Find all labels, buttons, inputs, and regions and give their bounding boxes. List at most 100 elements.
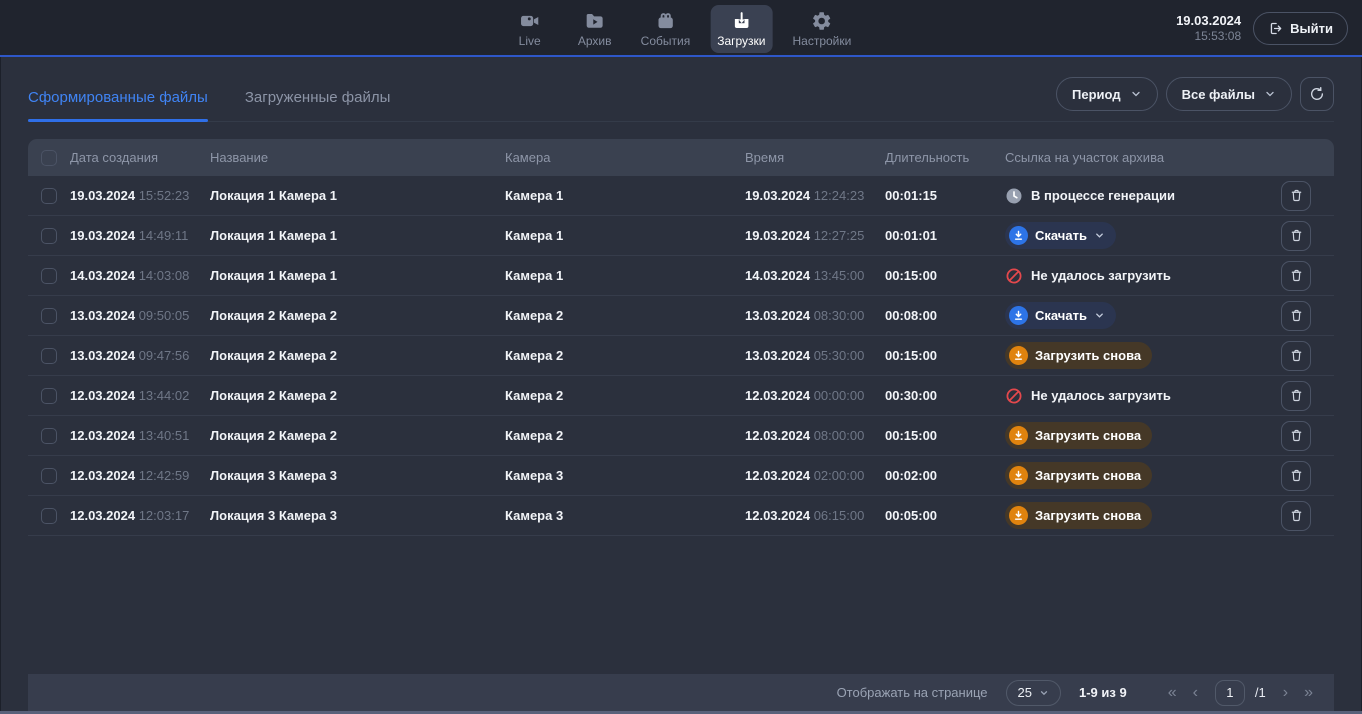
camera-cell: Камера 2 bbox=[505, 348, 745, 363]
current-time: 15:53:08 bbox=[1176, 29, 1241, 44]
tabs-toolbar: Сформированные файлы Загруженные файлы П… bbox=[28, 77, 1334, 122]
status-cell: Загрузить снова bbox=[1005, 502, 1258, 529]
status-failed: Не удалось загрузить bbox=[1005, 267, 1258, 285]
status-generating: В процессе генерации bbox=[1005, 187, 1258, 205]
pagination-bar: Отображать на странице 25 1-9 из 9 « ‹ 1… bbox=[28, 674, 1334, 711]
retry-download-button[interactable]: Загрузить снова bbox=[1005, 462, 1152, 489]
duration-cell: 00:15:00 bbox=[885, 348, 1005, 363]
row-checkbox[interactable] bbox=[41, 308, 57, 324]
chevron-down-icon bbox=[1264, 88, 1276, 100]
table-row: 12.03.2024 12:42:59 Локация 3 Камера 3 К… bbox=[28, 456, 1334, 496]
row-checkbox[interactable] bbox=[41, 508, 57, 524]
row-checkbox[interactable] bbox=[41, 268, 57, 284]
table-row: 19.03.2024 14:49:11 Локация 1 Камера 1 К… bbox=[28, 216, 1334, 256]
created-cell: 19.03.2024 14:49:11 bbox=[70, 228, 210, 243]
retry-download-button[interactable]: Загрузить снова bbox=[1005, 502, 1152, 529]
status-label: Не удалось загрузить bbox=[1031, 268, 1171, 283]
delete-button[interactable] bbox=[1281, 501, 1311, 531]
page-size-select[interactable]: 25 bbox=[1006, 680, 1061, 706]
trash-icon bbox=[1289, 268, 1304, 283]
download-circle-icon bbox=[1009, 506, 1028, 525]
table-row: 14.03.2024 14:03:08 Локация 1 Камера 1 К… bbox=[28, 256, 1334, 296]
delete-button[interactable] bbox=[1281, 341, 1311, 371]
column-header-duration: Длительность bbox=[885, 150, 1005, 165]
delete-button[interactable] bbox=[1281, 301, 1311, 331]
name-cell: Локация 3 Камера 3 bbox=[210, 508, 505, 523]
last-page-button[interactable]: » bbox=[1301, 683, 1316, 703]
table-row: 13.03.2024 09:50:05 Локация 2 Камера 2 К… bbox=[28, 296, 1334, 336]
table-row: 12.03.2024 13:44:02 Локация 2 Камера 2 К… bbox=[28, 376, 1334, 416]
nav-item-live[interactable]: Live bbox=[504, 5, 556, 53]
status-label: Загрузить снова bbox=[1035, 428, 1141, 443]
time-cell: 19.03.2024 12:24:23 bbox=[745, 188, 885, 203]
row-checkbox[interactable] bbox=[41, 228, 57, 244]
nav-label: Архив bbox=[578, 35, 612, 48]
chevron-down-icon bbox=[1094, 230, 1105, 241]
delete-button[interactable] bbox=[1281, 421, 1311, 451]
row-checkbox[interactable] bbox=[41, 188, 57, 204]
failed-icon bbox=[1005, 267, 1023, 285]
time-cell: 19.03.2024 12:27:25 bbox=[745, 228, 885, 243]
status-label: В процессе генерации bbox=[1031, 188, 1175, 203]
table-row: 19.03.2024 15:52:23 Локация 1 Камера 1 К… bbox=[28, 176, 1334, 216]
period-filter-button[interactable]: Период bbox=[1056, 77, 1158, 111]
current-date: 19.03.2024 bbox=[1176, 13, 1241, 29]
prev-page-button[interactable]: ‹ bbox=[1190, 683, 1201, 703]
row-checkbox[interactable] bbox=[41, 428, 57, 444]
camera-cell: Камера 2 bbox=[505, 428, 745, 443]
files-filter-label: Все файлы bbox=[1182, 87, 1255, 102]
nav-item-settings[interactable]: Настройки bbox=[786, 5, 859, 53]
table-row: 12.03.2024 13:40:51 Локация 2 Камера 2 К… bbox=[28, 416, 1334, 456]
created-cell: 12.03.2024 13:40:51 bbox=[70, 428, 210, 443]
next-page-button[interactable]: › bbox=[1280, 683, 1291, 703]
nav-item-downloads[interactable]: Загрузки bbox=[710, 5, 772, 53]
top-bar: Live Архив События Загрузк bbox=[0, 0, 1362, 57]
status-cell: Скачать bbox=[1005, 222, 1258, 249]
column-header-time: Время bbox=[745, 150, 885, 165]
retry-download-button[interactable]: Загрузить снова bbox=[1005, 342, 1152, 369]
delete-button[interactable] bbox=[1281, 261, 1311, 291]
delete-button[interactable] bbox=[1281, 181, 1311, 211]
nav-label: Загрузки bbox=[717, 35, 765, 48]
retry-download-button[interactable]: Загрузить снова bbox=[1005, 422, 1152, 449]
files-filter-button[interactable]: Все файлы bbox=[1166, 77, 1292, 111]
time-cell: 14.03.2024 13:45:00 bbox=[745, 268, 885, 283]
current-page-input[interactable]: 1 bbox=[1215, 680, 1245, 706]
created-cell: 13.03.2024 09:47:56 bbox=[70, 348, 210, 363]
download-button[interactable]: Скачать bbox=[1005, 222, 1116, 249]
nav-item-events[interactable]: События bbox=[634, 5, 698, 53]
status-failed: Не удалось загрузить bbox=[1005, 387, 1258, 405]
name-cell: Локация 3 Камера 3 bbox=[210, 468, 505, 483]
events-icon bbox=[654, 10, 676, 32]
delete-button[interactable] bbox=[1281, 381, 1311, 411]
select-all-checkbox[interactable] bbox=[41, 150, 57, 166]
refresh-button[interactable] bbox=[1300, 77, 1334, 111]
duration-cell: 00:02:00 bbox=[885, 468, 1005, 483]
logout-button[interactable]: Выйти bbox=[1253, 12, 1348, 45]
row-checkbox[interactable] bbox=[41, 388, 57, 404]
column-header-archive-link: Ссылка на участок архива bbox=[1005, 150, 1258, 165]
first-page-button[interactable]: « bbox=[1165, 683, 1180, 703]
tab-generated-files[interactable]: Сформированные файлы bbox=[28, 89, 208, 121]
trash-icon bbox=[1289, 228, 1304, 243]
duration-cell: 00:01:01 bbox=[885, 228, 1005, 243]
filter-controls: Период Все файлы bbox=[1056, 77, 1334, 111]
delete-button[interactable] bbox=[1281, 461, 1311, 491]
main-nav: Live Архив События Загрузк bbox=[504, 0, 859, 57]
nav-label: Live bbox=[519, 35, 541, 48]
chevron-down-icon bbox=[1130, 88, 1142, 100]
logout-label: Выйти bbox=[1290, 21, 1333, 36]
row-checkbox[interactable] bbox=[41, 348, 57, 364]
trash-icon bbox=[1289, 188, 1304, 203]
table-row: 12.03.2024 12:03:17 Локация 3 Камера 3 К… bbox=[28, 496, 1334, 536]
nav-item-archive[interactable]: Архив bbox=[569, 5, 621, 53]
status-label: Не удалось загрузить bbox=[1031, 388, 1171, 403]
range-indicator: 1-9 из 9 bbox=[1079, 685, 1127, 700]
download-button[interactable]: Скачать bbox=[1005, 302, 1116, 329]
row-checkbox[interactable] bbox=[41, 468, 57, 484]
duration-cell: 00:30:00 bbox=[885, 388, 1005, 403]
tab-downloaded-files[interactable]: Загруженные файлы bbox=[245, 89, 391, 121]
created-cell: 12.03.2024 12:42:59 bbox=[70, 468, 210, 483]
clock-icon bbox=[1005, 187, 1023, 205]
delete-button[interactable] bbox=[1281, 221, 1311, 251]
